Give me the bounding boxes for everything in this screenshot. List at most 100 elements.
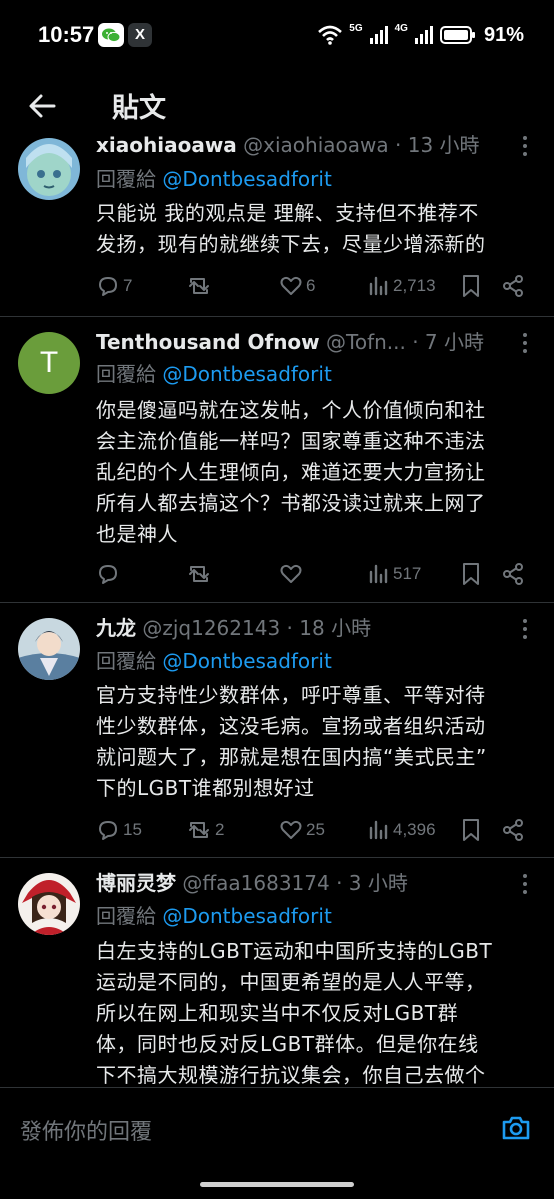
tweet-text-line: 发扬，现有的就继续下去，尽量少增添新的 (96, 232, 486, 256)
reply-tweet[interactable]: 九龙 @zjq1262143 · 18 小時 回覆給 @Dontbesadfor… (0, 603, 554, 858)
display-name[interactable]: Tenthousand Ofnow (96, 330, 320, 354)
retweet-button[interactable] (186, 271, 215, 301)
views-count: 4,396 (393, 820, 436, 839)
reply-tweet[interactable]: T Tenthousand Ofnow @Tofn... · 7 小時 回覆給 … (0, 317, 554, 603)
network-1-label: 5G (349, 23, 363, 34)
status-time: 10:57 (38, 22, 95, 47)
network-2-label: 4G (394, 23, 408, 34)
battery-percent: 91% (483, 23, 524, 46)
views-count: 2,713 (393, 276, 436, 295)
retweet-button[interactable]: 2 (186, 815, 224, 845)
tweet-text-line: 运动是不同的，中国更希望的是人人平等， (96, 970, 486, 994)
more-options-icon[interactable] (518, 331, 532, 355)
reply-composer[interactable]: 發佈你的回覆 (0, 1087, 554, 1171)
tweet-header: 九龙 @zjq1262143 · 18 小時 (96, 613, 534, 643)
signal-1-icon (369, 26, 388, 44)
replies-feed: xiaohiaoawa @xiaohiaoawa · 13 小時 回覆給 @Do… (0, 132, 554, 1087)
tweet-text-line: 你是傻逼吗就在这发帖，个人价值倾向和社 (96, 398, 486, 422)
tweet-header: xiaohiaoawa @xiaohiaoawa · 13 小時 (96, 132, 534, 160)
bookmark-icon[interactable] (461, 562, 481, 586)
reply-count: 7 (123, 276, 133, 295)
tweet-text-line: 所有人都去搞这个？书都没读过就来上网了 (96, 491, 486, 515)
avatar[interactable] (18, 138, 80, 200)
share-icon[interactable] (502, 818, 524, 842)
tweet-actions: 15 2 25 4,396 (96, 815, 536, 845)
battery-icon (439, 26, 475, 44)
more-options-icon[interactable] (518, 872, 532, 896)
x-notification-icon: X (128, 23, 152, 47)
share-icon[interactable] (502, 562, 524, 586)
camera-icon[interactable] (500, 1112, 532, 1144)
display-name[interactable]: 九龙 (96, 616, 136, 640)
user-handle[interactable]: @xiaohiaoawa (243, 133, 388, 157)
tweet-text: 官方支持性少数群体，呼吁尊重、平等对待 性少数群体，这没毛病。宣扬或者组织活动 … (96, 680, 536, 804)
share-icon[interactable] (502, 274, 524, 298)
views-button[interactable]: 517 (368, 559, 421, 589)
tweet-text-line: 下的LGBT谁都别想好过 (96, 776, 315, 800)
avatar[interactable]: T (18, 332, 80, 394)
reply-context: 回覆給 @Dontbesadforit (96, 164, 332, 194)
reply-input[interactable]: 發佈你的回覆 (20, 1114, 152, 1146)
heart-icon (280, 276, 302, 295)
heart-icon (280, 564, 302, 583)
reply-prefix: 回覆給 (96, 362, 156, 386)
bookmark-icon[interactable] (461, 274, 481, 298)
avatar[interactable] (18, 618, 80, 680)
more-options-icon[interactable] (518, 134, 532, 158)
tweet-text-line: 也是神人 (96, 522, 178, 546)
reply-button[interactable]: 15 (96, 815, 142, 845)
retweet-icon (189, 566, 209, 582)
tweet-text-line: 体，同时也反对反LGBT群体。但是你在线 (96, 1032, 479, 1056)
signal-2-icon (414, 26, 433, 44)
tweet-text: 只能说 我的观点是 理解、支持但不推荐不 发扬，现有的就继续下去，尽量少增添新的 (96, 198, 536, 260)
tweet-time: · 18 小時 (286, 616, 372, 640)
display-name[interactable]: 博丽灵梦 (96, 871, 176, 895)
wifi-icon (318, 25, 343, 45)
gesture-navigation-bar[interactable] (200, 1182, 354, 1187)
heart-icon (280, 820, 302, 839)
display-name[interactable]: xiaohiaoawa (96, 133, 237, 157)
retweet-count: 2 (215, 820, 225, 839)
user-handle[interactable]: @Tofn... (326, 330, 406, 354)
tweet-actions: 517 (96, 559, 536, 589)
tweet-text-line: 只能说 我的观点是 理解、支持但不推荐不 (96, 201, 479, 225)
avatar[interactable] (18, 873, 80, 935)
bookmark-icon[interactable] (461, 818, 481, 842)
tweet-text: 白左支持的LGBT运动和中国所支持的LGBT 运动是不同的，中国更希望的是人人平… (96, 936, 536, 1087)
like-button[interactable]: 6 (279, 271, 315, 301)
like-button[interactable] (279, 559, 306, 589)
page-title: 貼文 (112, 93, 166, 124)
reply-button[interactable] (96, 559, 123, 589)
reply-button[interactable]: 7 (96, 271, 132, 301)
views-button[interactable]: 4,396 (368, 815, 436, 845)
wechat-notification-icon (98, 23, 124, 47)
status-indicators: 5G 4G 91% (317, 22, 524, 48)
retweet-icon (189, 278, 209, 294)
reply-to-link[interactable]: @Dontbesadforit (162, 649, 331, 673)
tweet-time: · 7 小時 (412, 330, 485, 354)
reply-to-link[interactable]: @Dontbesadforit (162, 362, 331, 386)
reply-prefix: 回覆給 (96, 167, 156, 191)
views-chart-icon (369, 820, 388, 840)
user-handle[interactable]: @zjq1262143 (142, 616, 280, 640)
more-options-icon[interactable] (518, 617, 532, 641)
reply-context: 回覆給 @Dontbesadforit (96, 359, 332, 389)
reply-to-link[interactable]: @Dontbesadforit (162, 167, 331, 191)
reply-tweet[interactable]: xiaohiaoawa @xiaohiaoawa · 13 小時 回覆給 @Do… (0, 132, 554, 317)
tweet-text-line: 官方支持性少数群体，呼吁尊重、平等对待 (96, 683, 486, 707)
reply-to-link[interactable]: @Dontbesadforit (162, 904, 331, 928)
views-count: 517 (393, 564, 422, 583)
like-button[interactable]: 25 (279, 815, 325, 845)
views-button[interactable]: 2,713 (368, 271, 436, 301)
tweet-text: 你是傻逼吗就在这发帖，个人价值倾向和社 会主流价值能一样吗？国家尊重这种不违法 … (96, 395, 536, 550)
top-app-bar: 貼文 (0, 70, 554, 140)
reply-prefix: 回覆給 (96, 649, 156, 673)
like-count: 6 (306, 276, 316, 295)
tweet-header: Tenthousand Ofnow @Tofn... · 7 小時 (96, 327, 534, 357)
reply-tweet[interactable]: 博丽灵梦 @ffaa1683174 · 3 小時 回覆給 @Dontbesadf… (0, 858, 554, 1087)
retweet-button[interactable] (186, 559, 215, 589)
arrow-left-icon[interactable] (26, 90, 58, 122)
tweet-text-line: 会主流价值能一样吗？国家尊重这种不违法 (96, 429, 486, 453)
reply-count: 15 (123, 820, 142, 839)
user-handle[interactable]: @ffaa1683174 (182, 871, 329, 895)
